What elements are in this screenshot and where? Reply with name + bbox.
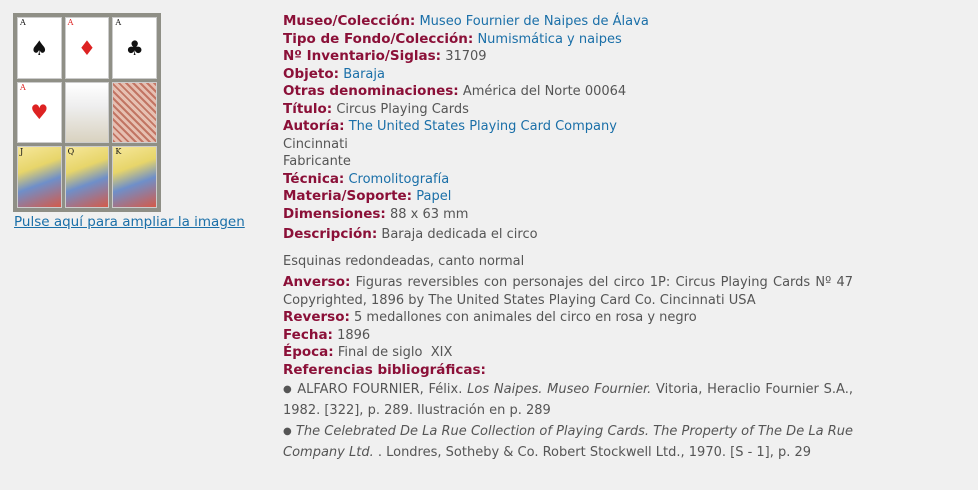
tipo-link[interactable]: Numismática y naipes — [477, 32, 621, 47]
thumbnail-card — [112, 81, 157, 144]
row-epoca: Época: Final de siglo XIX — [283, 344, 853, 362]
card-index: J — [20, 147, 24, 157]
field-label: Título: — [283, 100, 333, 117]
row-titulo: Título: Circus Playing Cards — [283, 101, 853, 119]
bullet-icon: ● — [283, 426, 292, 437]
field-label: Técnica: — [283, 170, 345, 187]
field-label: Referencias bibliográficas: — [283, 361, 486, 378]
row-materia: Materia/Soporte: Papel — [283, 188, 853, 206]
field-label: Época: — [283, 344, 334, 360]
field-label: Tipo de Fondo/Colección: — [283, 30, 474, 47]
dimensiones-value: 88 x 63 mm — [389, 206, 469, 222]
reference-title: Los Naipes. Museo Fournier. — [467, 382, 652, 397]
card-index: A — [20, 82, 26, 92]
thumbnail-card-grid: A ♠ A ♦ A ♣ A ♥ J Q K — [17, 17, 157, 208]
museo-link[interactable]: Museo Fournier de Naipes de Álava — [419, 14, 648, 29]
reference-item: ● The Celebrated De La Rue Collection of… — [283, 421, 853, 463]
row-otras: Otras denominaciones: América del Norte … — [283, 83, 853, 101]
reverso-value: 5 medallones con animales del circo en r… — [354, 310, 697, 325]
thumbnail-card: A ♥ — [17, 81, 62, 144]
reference-details: . Londres, Sotheby & Co. Robert Stockwel… — [373, 445, 812, 460]
thumbnail-card: Q — [64, 146, 110, 208]
enlarge-image-link[interactable]: Pulse aquí para ampliar la imagen — [14, 214, 245, 230]
tecnica-link[interactable]: Cromolitografía — [348, 172, 449, 187]
row-inventario: Nº Inventario/Siglas: 31709 — [283, 48, 853, 66]
card-index: A — [115, 18, 122, 27]
row-dimensiones: Dimensiones: 88 x 63 mm — [283, 206, 853, 224]
row-reverso: Reverso: 5 medallones con animales del c… — [283, 309, 853, 327]
descripcion-extra: Esquinas redondeadas, canto normal — [283, 253, 525, 269]
thumbnail-card: A ♦ — [64, 17, 110, 79]
autoria-place: Cincinnati — [283, 136, 348, 152]
field-label: Dimensiones: — [283, 205, 386, 222]
row-objeto: Objeto: Baraja — [283, 66, 853, 84]
titulo-value: Circus Playing Cards — [336, 101, 469, 117]
card-suit-icon: ♠ — [30, 35, 49, 60]
row-anverso: Anverso: Figuras reversibles con persona… — [283, 274, 853, 309]
reference-item: ● ALFARO FOURNIER, Félix. Los Naipes. Mu… — [283, 379, 853, 421]
autoria-role: Fabricante — [283, 154, 351, 169]
record-details: Museo/Colección: Museo Fournier de Naipe… — [283, 13, 853, 463]
field-label: Fecha: — [283, 326, 333, 343]
field-label: Materia/Soporte: — [283, 188, 413, 204]
field-label: Anverso: — [283, 274, 351, 290]
field-label: Descripción: — [283, 226, 378, 242]
record-thumbnail[interactable]: A ♠ A ♦ A ♣ A ♥ J Q K — [13, 13, 161, 212]
bullet-icon: ● — [283, 384, 293, 395]
otras-value: América del Norte 00064 — [462, 84, 627, 99]
field-label: Otras denominaciones: — [283, 83, 459, 99]
card-index: Q — [67, 147, 75, 157]
thumbnail-card: J — [17, 146, 62, 208]
field-label: Objeto: — [283, 65, 340, 82]
autoria-link[interactable]: The United States Playing Card Company — [349, 119, 617, 134]
card-index: A — [67, 18, 74, 27]
materia-link[interactable]: Papel — [416, 189, 451, 204]
row-referencias: Referencias bibliográficas: — [283, 362, 853, 380]
card-index: K — [115, 147, 122, 157]
row-tipo: Tipo de Fondo/Colección: Numismática y n… — [283, 31, 853, 49]
thumbnail-card — [64, 81, 110, 144]
anverso-value: Figuras reversibles con personajes del c… — [283, 275, 853, 308]
inventario-value: 31709 — [445, 49, 487, 64]
thumbnail-card: A ♣ — [112, 17, 157, 79]
card-index: A — [20, 18, 26, 27]
card-suit-icon: ♦ — [78, 35, 96, 60]
descripcion-value: Baraja dedicada el circo — [381, 227, 538, 242]
row-fecha: Fecha: 1896 — [283, 327, 853, 345]
fecha-value: 1896 — [337, 327, 371, 343]
objeto-link[interactable]: Baraja — [343, 67, 385, 82]
field-label: Autoría: — [283, 118, 345, 134]
row-tecnica: Técnica: Cromolitografía — [283, 171, 853, 189]
field-label: Reverso: — [283, 309, 350, 325]
row-museo: Museo/Colección: Museo Fournier de Naipe… — [283, 13, 853, 31]
card-suit-icon: ♣ — [125, 35, 144, 60]
field-label: Nº Inventario/Siglas: — [283, 48, 442, 64]
card-suit-icon: ♥ — [30, 100, 49, 125]
field-label: Museo/Colección: — [283, 13, 416, 29]
row-descripcion: Descripción: Baraja dedicada el circo — [283, 223, 853, 244]
thumbnail-card: A ♠ — [17, 17, 62, 79]
reference-author: ALFARO FOURNIER, Félix. — [297, 382, 468, 397]
thumbnail-card: K — [112, 146, 157, 208]
row-autoria: Autoría: The United States Playing Card … — [283, 118, 853, 136]
epoca-value: Final de siglo XIX — [337, 345, 453, 360]
